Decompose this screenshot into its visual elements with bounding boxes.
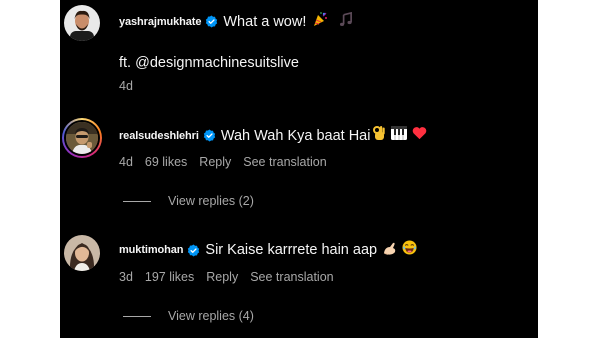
reply-button[interactable]: Reply: [199, 155, 231, 169]
username[interactable]: realsudeshlehri: [119, 130, 199, 142]
comment-text: What a wow!: [223, 13, 307, 30]
avatar[interactable]: [62, 118, 102, 158]
pointing-hand-icon: [383, 241, 399, 260]
comments-panel: yashrajmukhate What a wow! ft. @designma…: [60, 0, 538, 338]
avatar[interactable]: [64, 235, 100, 271]
comment-time: 4d: [119, 155, 133, 169]
party-popper-icon: [312, 11, 328, 32]
red-heart-icon: [412, 126, 427, 145]
ok-hand-icon: [372, 125, 386, 146]
laughing-face-icon: [402, 240, 417, 260]
view-replies-button[interactable]: View replies (4): [123, 309, 254, 323]
verified-badge-icon: [188, 244, 200, 256]
like-count[interactable]: 197 likes: [145, 270, 194, 284]
piano-keys-icon: [391, 126, 408, 145]
avatar[interactable]: [64, 5, 100, 41]
view-replies-button[interactable]: View replies (2): [123, 194, 254, 208]
verified-badge-icon: [203, 129, 215, 142]
username[interactable]: muktimohan: [119, 244, 184, 256]
like-count[interactable]: 69 likes: [145, 155, 187, 169]
view-replies-label: View replies (4): [168, 309, 254, 323]
comment-text-continued: ft. @designmachinesuitslive: [119, 55, 299, 71]
comment-time: 4d: [119, 79, 133, 93]
comment-time: 3d: [119, 270, 133, 284]
view-replies-label: View replies (2): [168, 194, 254, 208]
see-translation-link[interactable]: See translation: [250, 270, 333, 284]
reply-button[interactable]: Reply: [206, 270, 238, 284]
verified-badge-icon: [206, 15, 218, 28]
replies-divider: [123, 200, 151, 202]
music-note-icon: [338, 11, 353, 32]
username[interactable]: yashrajmukhate: [119, 16, 201, 28]
comment-text: Wah Wah Kya baat Hai: [220, 127, 371, 144]
comment-text: Sir Kaise karrrete hain aap: [205, 242, 378, 258]
see-translation-link[interactable]: See translation: [243, 155, 326, 169]
replies-divider: [123, 315, 151, 317]
